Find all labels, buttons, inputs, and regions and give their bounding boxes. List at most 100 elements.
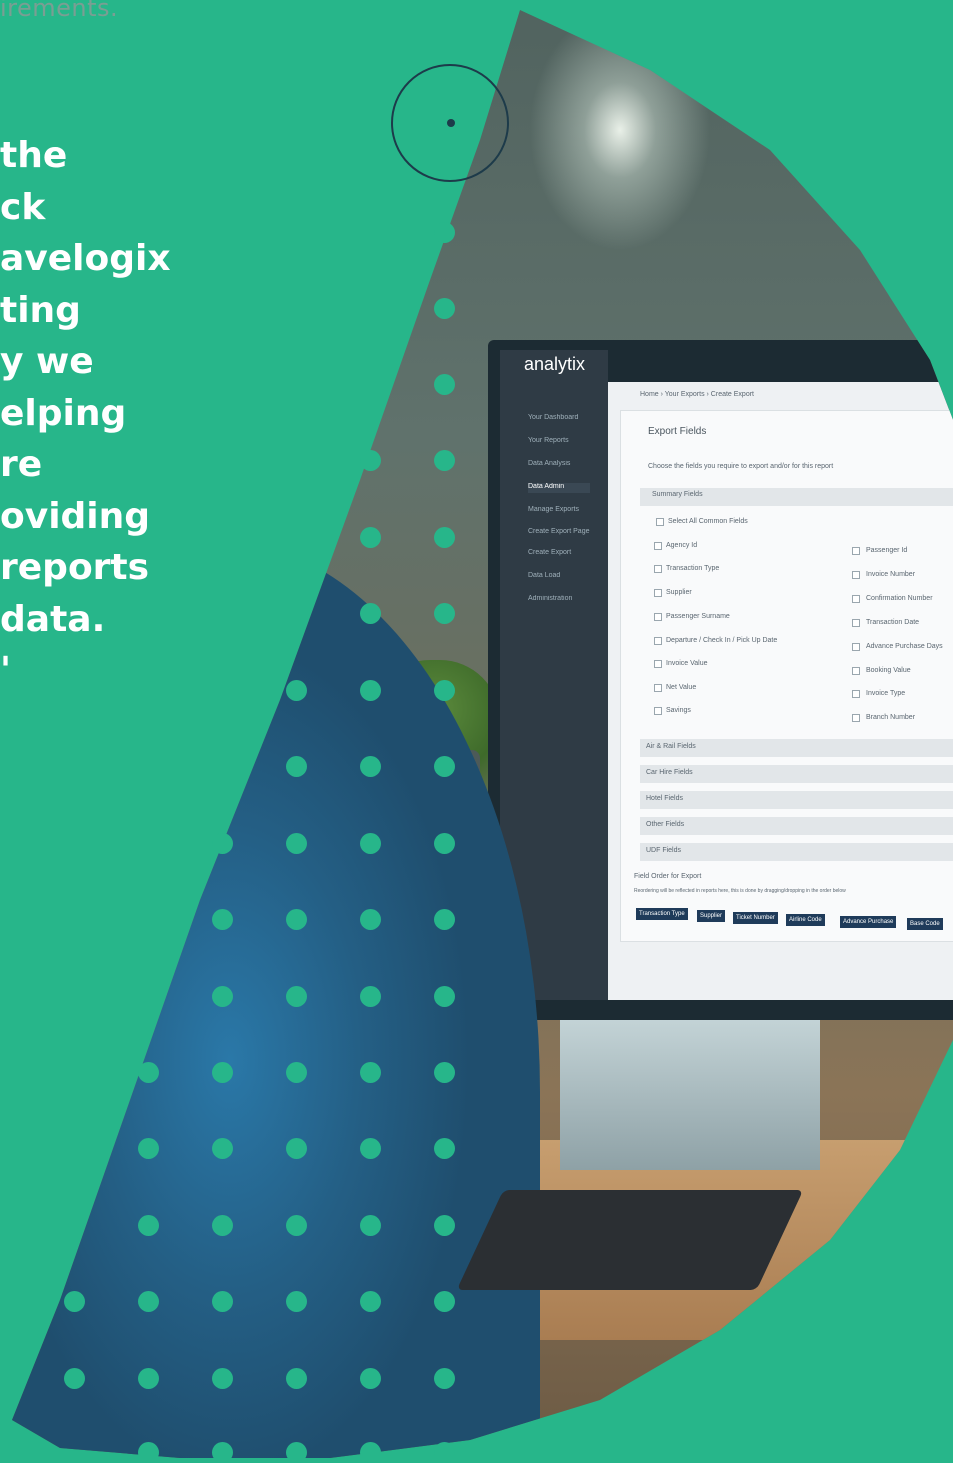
grid-dot [138,1215,159,1236]
order-tag: Base Code [907,918,943,930]
grid-dot [138,1138,159,1159]
grid-dot [212,1368,233,1389]
field-checkbox [852,714,860,722]
field-label: Departure / Check In / Pick Up Date [666,637,778,644]
grid-dot [286,833,307,854]
order-tag: Supplier [697,910,726,922]
sidebar-item: Data Analysis [528,460,571,467]
summary-label: Summary Fields [652,491,703,498]
field-checkbox [654,637,662,645]
order-tag: Transaction Type [636,908,688,920]
order-tag: Airline Code [786,914,825,926]
quote-line: oviding [0,495,151,537]
field-label: Invoice Value [666,660,708,667]
grid-dot [212,986,233,1007]
field-label: Transaction Type [666,565,720,572]
sidebar-item: Create Export Page [528,528,590,535]
select-all-checkbox [656,518,664,526]
grid-dot [64,1368,85,1389]
quote-line: elping [0,392,127,434]
section-bar [640,843,953,861]
grid-dot [360,1442,381,1463]
sidebar-item: Data Load [528,572,561,579]
grid-dot [360,1368,381,1389]
field-checkbox [654,707,662,715]
field-label: Invoice Number [866,571,916,578]
decorative-circle-dot [447,119,455,127]
grid-dot [138,1062,159,1083]
field-label: Agency Id [666,542,698,549]
section-label: UDF Fields [646,847,682,854]
grid-dot [212,833,233,854]
quote-line: ' [0,650,12,691]
grid-dot [434,833,455,854]
grid-dot [434,450,455,471]
order-tag: Ticket Number [733,912,778,924]
sidebar-item: Your Dashboard [528,414,579,421]
sidebar-item: Create Export [528,549,572,556]
sidebar-item: Manage Exports [528,506,579,513]
quote-line: the [0,135,68,176]
sidebar-item: Your Reports [528,437,569,444]
grid-dot [360,833,381,854]
order-help: Reordering will be reflected in reports … [634,888,846,894]
grid-dot [212,1138,233,1159]
section-label: Air & Rail Fields [646,743,696,750]
grid-dot [360,680,381,701]
grid-dot [434,603,455,624]
grid-dot [360,756,381,777]
grid-dot [286,1291,307,1312]
quote-line: reports [0,547,150,588]
grid-dot [434,1291,455,1312]
field-label: Advance Purchase Days [866,643,943,650]
sidebar-item: Data Admin [528,483,590,493]
quote-line: ck [0,186,46,228]
section-label: Other Fields [646,821,685,828]
monitor-stand [560,1020,820,1170]
field-checkbox [654,589,662,597]
field-label: Booking Value [866,667,911,674]
grid-dot [286,756,307,777]
grid-dot [286,1442,307,1463]
panel-title: Export Fields [648,426,707,437]
field-checkbox [852,667,860,675]
field-label: Net Value [666,684,697,691]
keyboard [456,1190,804,1290]
grid-dot [434,298,455,319]
grid-dot [434,1138,455,1159]
grid-dot [286,909,307,930]
grid-dot [212,1062,233,1083]
grid-dot [360,450,381,471]
grid-dot [286,1062,307,1083]
field-checkbox [654,542,662,550]
grid-dot [434,909,455,930]
grid-dot [138,1442,159,1463]
section-bar [640,817,953,835]
section-label: Hotel Fields [646,795,683,802]
grid-dot [138,1291,159,1312]
grid-dot [212,909,233,930]
grid-dot [360,1062,381,1083]
field-checkbox [654,684,662,692]
grid-dot [434,1215,455,1236]
quote-line: avelogix [0,238,171,279]
section-label: Car Hire Fields [646,769,693,776]
grid-dot [434,374,455,395]
section-bar [640,791,953,809]
field-label: Passenger Id [866,547,908,554]
grid-dot [434,527,455,548]
analytix-logo: analytix [524,354,586,374]
field-label: Transaction Date [866,619,920,626]
quote-line: re [0,444,43,485]
grid-dot [434,1368,455,1389]
quote-text: the ck avelogix ting y we elping re ovid… [0,130,171,697]
field-checkbox [654,660,662,668]
field-checkbox [852,547,860,555]
grid-dot [360,527,381,548]
grid-dot [286,1138,307,1159]
grid-dot [360,909,381,930]
quote-line: ting [0,289,81,331]
grid-dot [360,1138,381,1159]
field-checkbox [852,571,860,579]
grid-dot [286,1215,307,1236]
